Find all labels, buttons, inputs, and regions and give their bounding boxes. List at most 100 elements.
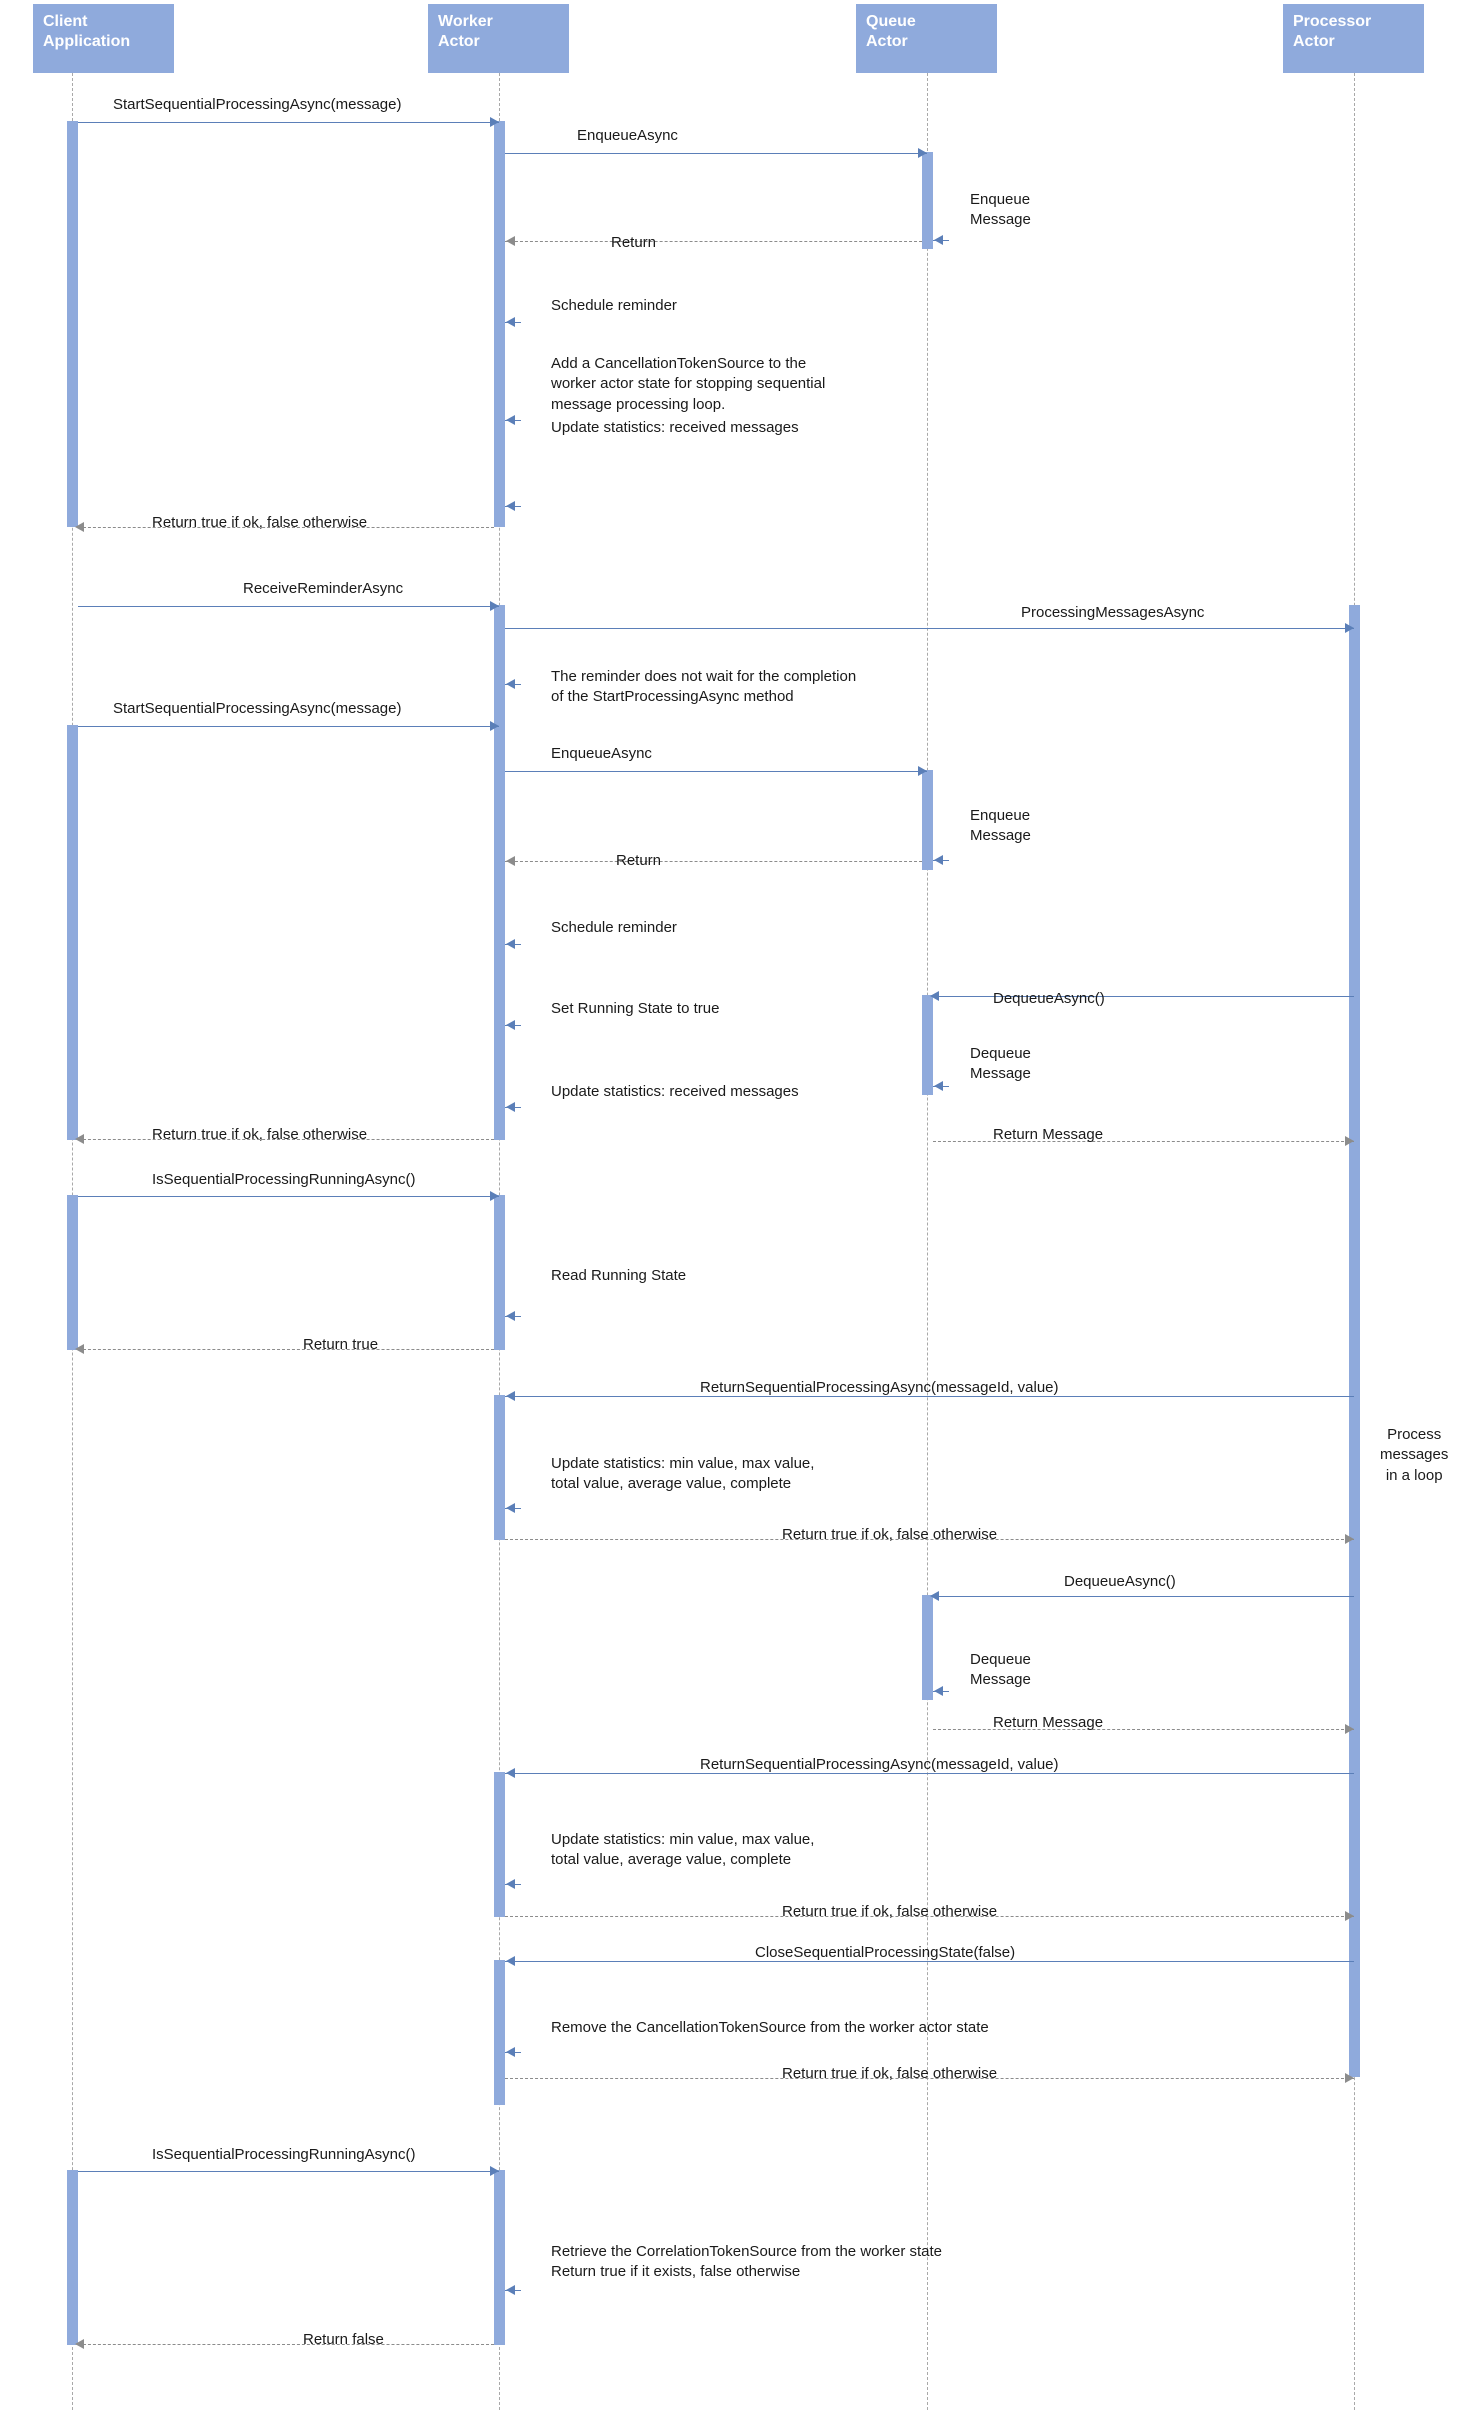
message-line-m23 (78, 1196, 499, 1197)
message-label-m27: Update statistics: min value, max value,… (551, 1455, 815, 1493)
arrowhead-m26 (506, 1391, 515, 1401)
message-label-m39: Retrieve the CorrelationTokenSource from… (551, 2243, 943, 2281)
message-label-m19: Dequeue Message (970, 1045, 1031, 1083)
message-line-m9 (78, 606, 499, 607)
arrowhead-m3 (934, 235, 943, 245)
note-process-loop: Process messages in a loop (1380, 1426, 1449, 1484)
activation-queue-1 (922, 152, 933, 249)
arrowhead-m6 (506, 415, 515, 425)
arrowhead-m7 (506, 501, 515, 511)
message-label-m26: ReturnSequentialProcessingAsync(messageI… (700, 1379, 1059, 1396)
activation-queue-3 (922, 995, 933, 1095)
arrowhead-m14 (934, 855, 943, 865)
message-line-m1 (78, 122, 499, 123)
message-label-m7: Update statistics: received messages (551, 419, 799, 436)
message-label-m3: Enqueue Message (970, 191, 1031, 229)
message-label-m32: ReturnSequentialProcessingAsync(messageI… (700, 1756, 1059, 1773)
message-line-m40 (78, 2344, 494, 2345)
message-label-m21: Return true if ok, false otherwise (152, 1126, 368, 1143)
arrowhead-m21 (75, 1134, 84, 1144)
message-label-m28: Return true if ok, false otherwise (782, 1526, 998, 1543)
message-label-m8: Return true if ok, false otherwise (152, 514, 368, 531)
activation-worker-4 (494, 1395, 505, 1540)
message-label-m20: Update statistics: received messages (551, 1083, 799, 1100)
message-label-m40: Return false (303, 2331, 384, 2348)
arrowhead-m40 (75, 2339, 84, 2349)
arrowhead-m35 (506, 1956, 515, 1966)
arrowhead-m39 (506, 2285, 515, 2295)
message-label-m36: Remove the CancellationTokenSource from … (551, 2019, 989, 2036)
arrowhead-m10 (1345, 623, 1354, 633)
activation-worker-5 (494, 1772, 505, 1917)
activation-client-2 (67, 725, 78, 1140)
arrowhead-m31 (1345, 1724, 1354, 1734)
message-label-m5: Schedule reminder (551, 297, 677, 314)
message-label-m13: EnqueueAsync (551, 745, 652, 762)
arrowhead-m30 (934, 1686, 943, 1696)
arrowhead-m32 (506, 1768, 515, 1778)
message-label-m18: DequeueAsync() (993, 990, 1105, 1007)
arrowhead-m8 (75, 522, 84, 532)
activation-worker-2 (494, 605, 505, 1140)
arrowhead-m22 (1345, 1136, 1354, 1146)
arrowhead-m9 (490, 601, 499, 611)
message-label-m6: Add a CancellationTokenSource to the wor… (551, 355, 826, 413)
message-label-m35: CloseSequentialProcessingState(false) (755, 1944, 1016, 1961)
message-line-m4 (505, 241, 922, 242)
message-line-m10 (505, 628, 1354, 629)
message-label-m9: ReceiveReminderAsync (243, 580, 404, 597)
arrowhead-m12 (490, 721, 499, 731)
message-label-m16: Schedule reminder (551, 919, 677, 936)
arrowhead-m5 (506, 317, 515, 327)
message-label-m37: Return true if ok, false otherwise (782, 2065, 998, 2082)
arrowhead-m38 (490, 2166, 499, 2176)
message-label-m29: DequeueAsync() (1064, 1573, 1176, 1590)
arrowhead-m20 (506, 1102, 515, 1112)
arrowhead-m1 (490, 117, 499, 127)
actor-processor-actor: Processor Actor (1283, 4, 1424, 73)
arrowhead-m23 (490, 1191, 499, 1201)
arrowhead-m4 (506, 236, 515, 246)
actor-queue-actor: Queue Actor (856, 4, 997, 73)
message-line-m38 (78, 2171, 499, 2172)
activation-worker-6 (494, 1960, 505, 2105)
message-line-m13 (505, 771, 927, 772)
activation-client-1 (67, 121, 78, 527)
arrowhead-m18 (930, 991, 939, 1001)
message-label-m14: Enqueue Message (970, 807, 1031, 845)
message-line-m25 (78, 1349, 494, 1350)
arrowhead-m33 (506, 1879, 515, 1889)
activation-processor-1 (1349, 605, 1360, 2077)
message-label-m23: IsSequentialProcessingRunningAsync() (152, 1171, 416, 1188)
message-label-m34: Return true if ok, false otherwise (782, 1903, 998, 1920)
message-line-m2 (505, 153, 927, 154)
arrowhead-m28 (1345, 1534, 1354, 1544)
message-label-m15: Return (616, 852, 662, 869)
arrowhead-m16 (506, 939, 515, 949)
message-label-m11: The reminder does not wait for the compl… (551, 668, 857, 706)
arrowhead-m11 (506, 679, 515, 689)
arrowhead-m19 (934, 1081, 943, 1091)
message-label-m12: StartSequentialProcessingAsync(message) (113, 700, 402, 717)
message-label-m30: Dequeue Message (970, 1651, 1031, 1689)
activation-client-4 (67, 2170, 78, 2345)
arrowhead-m15 (506, 856, 515, 866)
message-line-m15 (505, 861, 922, 862)
arrowhead-m17 (506, 1020, 515, 1030)
message-label-m2: EnqueueAsync (577, 127, 678, 144)
message-label-m38: IsSequentialProcessingRunningAsync() (152, 2146, 416, 2163)
actor-client-application: Client Application (33, 4, 174, 73)
activation-worker-7 (494, 2170, 505, 2345)
arrowhead-m24 (506, 1311, 515, 1321)
activation-worker-3 (494, 1195, 505, 1350)
arrowhead-m2 (918, 148, 927, 158)
arrowhead-m13 (918, 766, 927, 776)
arrowhead-m29 (930, 1591, 939, 1601)
activation-worker-1 (494, 121, 505, 527)
actor-worker-actor: Worker Actor (428, 4, 569, 73)
message-label-m33: Update statistics: min value, max value,… (551, 1831, 815, 1869)
message-label-m10: ProcessingMessagesAsync (1021, 604, 1205, 621)
message-label-m17: Set Running State to true (551, 1000, 720, 1017)
arrowhead-m34 (1345, 1911, 1354, 1921)
arrowhead-m36 (506, 2047, 515, 2057)
